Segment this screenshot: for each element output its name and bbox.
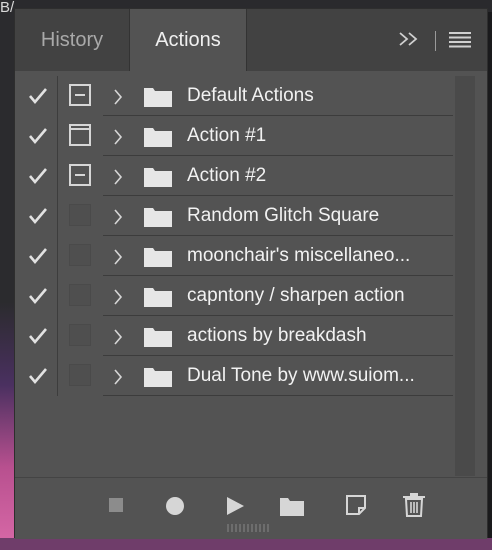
action-set-row[interactable]: Dual Tone by www.suiom... (15, 356, 453, 396)
folder-icon (144, 288, 172, 307)
action-set-label: moonchair's miscellaneo... (187, 245, 411, 266)
new-action-icon[interactable] (345, 494, 367, 516)
expand-chevron-icon[interactable] (113, 168, 123, 186)
action-set-row[interactable]: moonchair's miscellaneo... (15, 236, 453, 276)
tab-history[interactable]: History (15, 9, 129, 71)
folder-icon (144, 368, 172, 387)
collapse-double-chevron-icon[interactable] (397, 29, 421, 49)
folder-icon (144, 208, 172, 227)
action-set-row[interactable]: Action #1 (15, 116, 453, 156)
folder-icon (144, 88, 172, 107)
folder-icon (144, 248, 172, 267)
dialog-toggle-icon[interactable] (69, 284, 91, 306)
action-set-row[interactable]: actions by breakdash (15, 316, 453, 356)
new-set-folder-icon[interactable] (279, 495, 305, 517)
panel-menu-icon[interactable] (449, 32, 471, 48)
toggle-checkmark-icon[interactable] (27, 126, 49, 146)
record-icon[interactable] (165, 496, 185, 516)
delete-icon[interactable] (403, 493, 425, 517)
action-set-row[interactable]: Action #2 (15, 156, 453, 196)
folder-icon (144, 168, 172, 187)
toggle-checkmark-icon[interactable] (27, 206, 49, 226)
background-canvas-bottom (0, 538, 492, 550)
toggle-checkmark-icon[interactable] (27, 286, 49, 306)
action-set-label: Random Glitch Square (187, 205, 380, 226)
expand-chevron-icon[interactable] (113, 88, 123, 106)
action-set-row[interactable]: capntony / sharpen action (15, 276, 453, 316)
dialog-toggle-icon[interactable] (69, 364, 91, 386)
dialog-toggle-icon[interactable] (69, 324, 91, 346)
dialog-toggle-icon[interactable] (69, 124, 91, 146)
expand-chevron-icon[interactable] (113, 248, 123, 266)
expand-chevron-icon[interactable] (113, 368, 123, 386)
dialog-toggle-icon[interactable] (69, 84, 91, 106)
expand-chevron-icon[interactable] (113, 128, 123, 146)
action-set-row[interactable]: Default Actions (15, 76, 453, 116)
action-set-label: Dual Tone by www.suiom... (187, 365, 415, 386)
toggle-checkmark-icon[interactable] (27, 86, 49, 106)
toggle-checkmark-icon[interactable] (27, 326, 49, 346)
tab-actions[interactable]: Actions (129, 9, 247, 71)
action-set-label: actions by breakdash (187, 325, 367, 346)
resize-grip[interactable] (227, 524, 271, 532)
dialog-toggle-icon[interactable] (69, 164, 91, 186)
action-set-label: Action #1 (187, 125, 267, 146)
toggle-checkmark-icon[interactable] (27, 246, 49, 266)
action-set-row[interactable]: Random Glitch Square (15, 196, 453, 236)
dialog-toggle-icon[interactable] (69, 244, 91, 266)
action-set-label: Action #2 (187, 165, 267, 186)
panel-tab-bar: History Actions (15, 9, 487, 71)
play-icon[interactable] (225, 496, 245, 516)
action-set-label: capntony / sharpen action (187, 285, 405, 306)
folder-icon (144, 328, 172, 347)
expand-chevron-icon[interactable] (113, 288, 123, 306)
expand-chevron-icon[interactable] (113, 208, 123, 226)
actions-list: Default Actions Action #1 Action #2 Random … (15, 76, 475, 404)
header-separator (435, 31, 436, 51)
row-divider (103, 395, 453, 396)
folder-icon (144, 128, 172, 147)
toggle-checkmark-icon[interactable] (27, 166, 49, 186)
stop-icon[interactable] (109, 498, 123, 512)
action-set-label: Default Actions (187, 85, 314, 106)
actions-panel: History Actions Default Actions Action #1… (14, 8, 488, 539)
background-canvas-left (0, 0, 14, 550)
dialog-toggle-icon[interactable] (69, 204, 91, 226)
toggle-checkmark-icon[interactable] (27, 366, 49, 386)
expand-chevron-icon[interactable] (113, 328, 123, 346)
background-canvas-text: B/ (0, 0, 15, 16)
